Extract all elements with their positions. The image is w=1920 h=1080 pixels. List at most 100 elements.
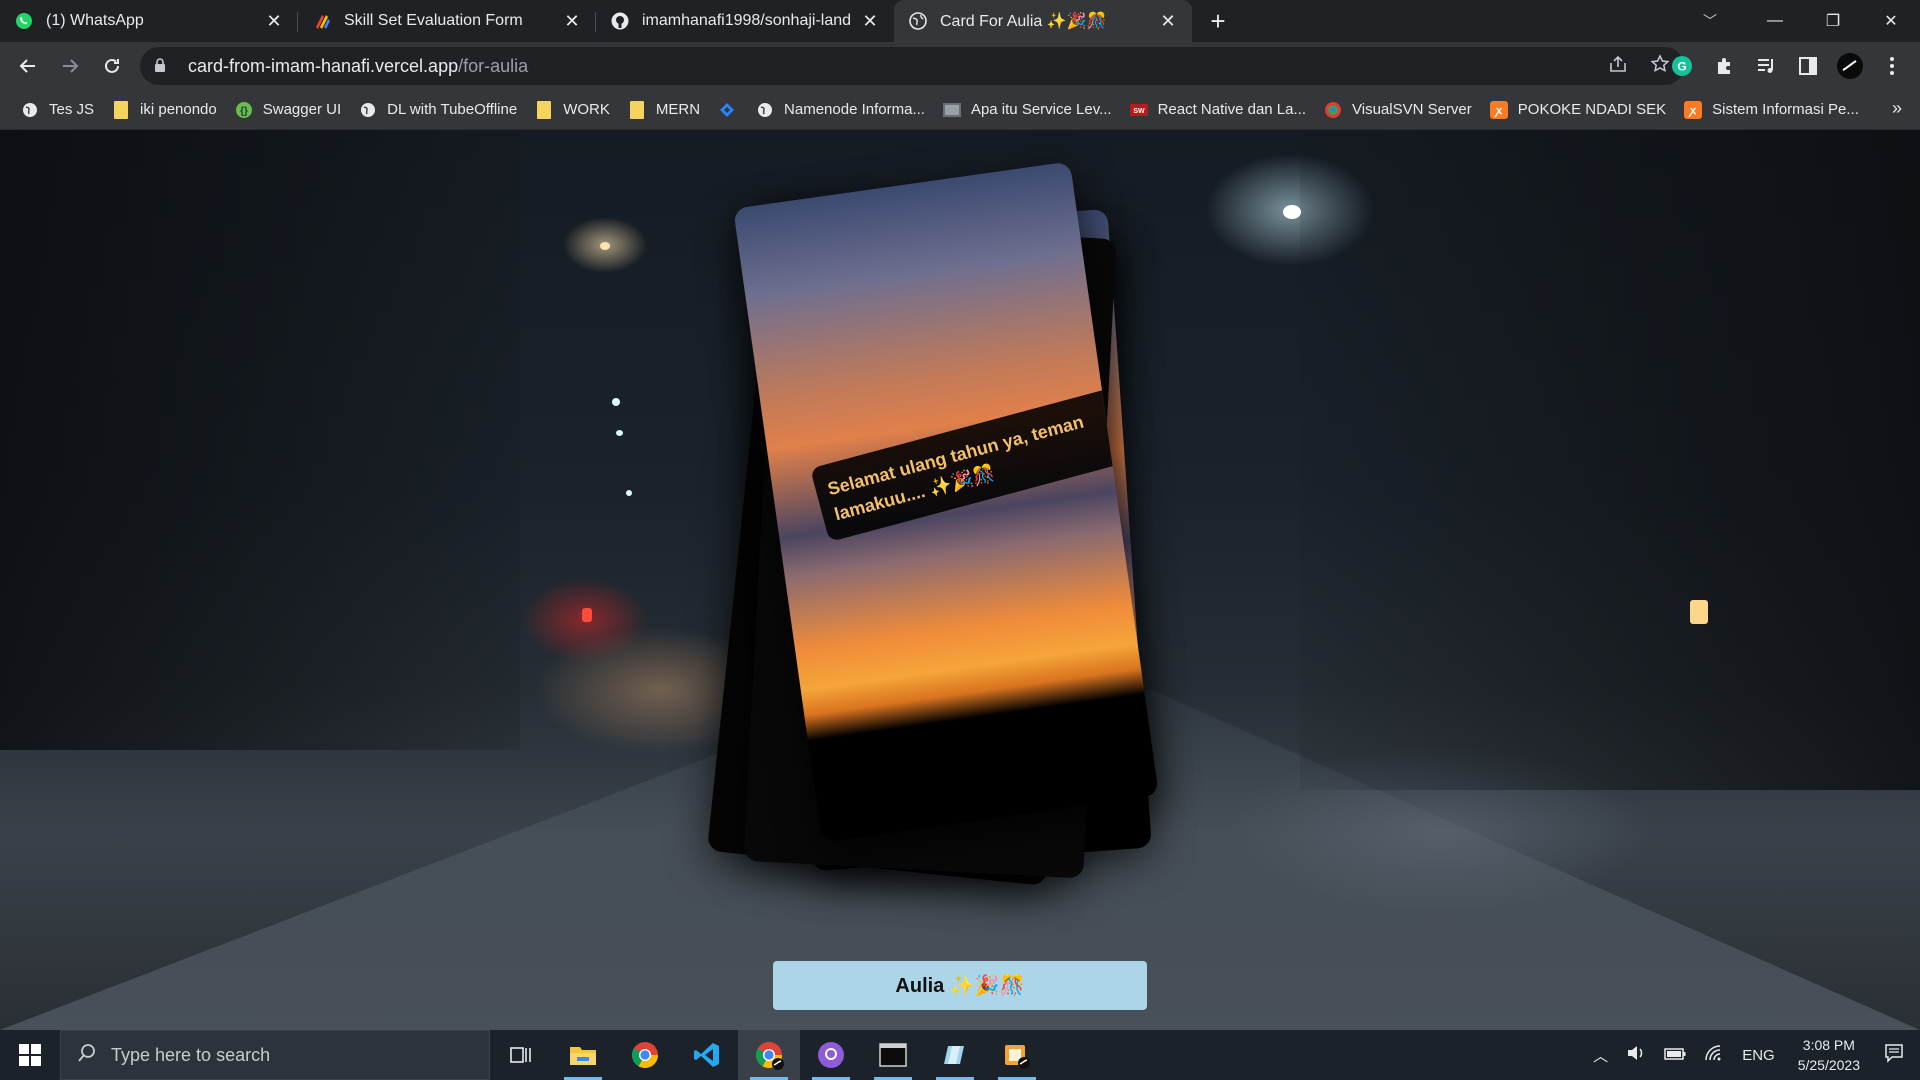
svg-text:SW: SW	[1133, 108, 1145, 115]
bookmark-item[interactable]: VisualSVN Server	[1315, 95, 1481, 125]
bookmark-label: iki penondo	[140, 101, 217, 118]
globe-icon	[359, 101, 377, 119]
wifi-icon[interactable]	[1695, 1044, 1733, 1066]
profile-avatar[interactable]	[1834, 50, 1866, 82]
folder-icon	[535, 100, 553, 119]
app-icon[interactable]	[924, 1030, 986, 1080]
bookmark-item[interactable]: MERN	[619, 95, 709, 125]
xampp-icon: ꭗ	[1684, 100, 1703, 119]
folder-app-icon[interactable]	[986, 1030, 1048, 1080]
bookmark-label: Apa itu Service Lev...	[970, 101, 1112, 118]
tab-close-icon[interactable]: ✕	[264, 11, 284, 31]
forward-button[interactable]	[50, 46, 90, 86]
folder-icon	[112, 100, 130, 119]
bookmark-item[interactable]: iki penondo	[103, 95, 226, 125]
globe-icon	[21, 101, 39, 119]
file-explorer-icon[interactable]	[552, 1030, 614, 1080]
bookmarks-bar: Tes JS iki penondo {} Swagger UI DL with …	[0, 90, 1920, 130]
task-view-icon[interactable]	[490, 1030, 552, 1080]
globe-icon	[908, 11, 928, 31]
tab-whatsapp[interactable]: (1) WhatsApp ✕	[0, 0, 298, 42]
battery-icon[interactable]	[1655, 1047, 1695, 1064]
url-domain: card-from-imam-hanafi.vercel.app	[188, 55, 459, 76]
bookmark-label: Namenode Informa...	[784, 101, 925, 118]
github-icon	[610, 11, 630, 31]
show-hidden-icons-chevron-icon[interactable]: ︿	[1584, 1045, 1617, 1066]
trees-left-background	[0, 130, 520, 750]
language-indicator[interactable]: ENG	[1733, 1047, 1784, 1064]
extension-icons: G	[1666, 46, 1908, 86]
back-button[interactable]	[8, 46, 48, 86]
birthday-message: Selamat ulang tahun ya, teman lamakuu...…	[810, 386, 1135, 543]
streetlight-glow	[616, 430, 623, 436]
tab-search-chevron-icon[interactable]: ﹀	[1696, 8, 1724, 34]
system-tray: ︿ ENG 3:08 PM 5/25/2023	[1584, 1030, 1920, 1080]
grammarly-icon[interactable]: G	[1666, 50, 1698, 82]
taskbar-search[interactable]: Type here to search	[60, 1030, 490, 1080]
reading-list-icon[interactable]	[1750, 50, 1782, 82]
back-arrow-icon	[19, 59, 35, 73]
tab-title: imamhanafi1998/sonhaji-landing	[642, 12, 852, 29]
notifications-icon[interactable]	[1874, 1043, 1920, 1067]
bookmark-item[interactable]: ꭗ POKOKE NDADI SEK	[1481, 95, 1675, 125]
reload-button[interactable]	[92, 46, 132, 86]
tab-close-icon[interactable]: ✕	[1158, 11, 1178, 31]
forms-icon	[312, 11, 332, 31]
folder-icon	[628, 100, 646, 119]
name-button[interactable]: Aulia ✨🎉🎊	[773, 961, 1147, 1010]
tab-close-icon[interactable]: ✕	[562, 11, 582, 31]
share-icon[interactable]	[1608, 55, 1628, 78]
terminal-icon[interactable]	[862, 1030, 924, 1080]
bookmark-item[interactable]: Tes JS	[12, 95, 103, 125]
traffic-light-glow	[582, 608, 592, 622]
bookmark-label: VisualSVN Server	[1352, 101, 1472, 118]
svg-text:ꭗ: ꭗ	[1688, 105, 1697, 117]
bookmark-item[interactable]: SW React Native dan La...	[1121, 95, 1315, 125]
address-bar[interactable]: card-from-imam-hanafi.vercel.app/for-aul…	[140, 47, 1684, 85]
swagger-icon: {}	[235, 101, 253, 119]
streetlight-glow	[612, 398, 620, 406]
bookmark-item[interactable]: {} Swagger UI	[226, 95, 350, 125]
url-text[interactable]: card-from-imam-hanafi.vercel.app/for-aul…	[188, 56, 528, 77]
clock[interactable]: 3:08 PM 5/25/2023	[1784, 1035, 1874, 1075]
windows-taskbar: Type here to search ︿ ENG 3:08 PM 5/25/2…	[0, 1030, 1920, 1080]
github-desktop-icon[interactable]	[800, 1030, 862, 1080]
svn-icon	[1324, 101, 1342, 119]
minimize-button[interactable]: —	[1746, 0, 1804, 42]
new-tab-button[interactable]: +	[1196, 0, 1240, 42]
globe-icon	[756, 101, 774, 119]
extensions-puzzle-icon[interactable]	[1708, 50, 1740, 82]
vscode-icon[interactable]	[676, 1030, 738, 1080]
bookmarks-overflow-chevron-icon[interactable]: »	[1892, 98, 1902, 119]
bookmark-item[interactable]	[709, 95, 747, 125]
chrome-active-window-icon[interactable]	[738, 1030, 800, 1080]
tab-close-icon[interactable]: ✕	[860, 11, 880, 31]
start-button[interactable]	[0, 1030, 60, 1080]
restore-button[interactable]: ❐	[1804, 0, 1862, 42]
chrome-icon[interactable]	[614, 1030, 676, 1080]
lock-icon[interactable]	[154, 57, 170, 75]
side-panel-icon[interactable]	[1792, 50, 1824, 82]
tab-title: Skill Set Evaluation Form	[344, 12, 523, 29]
search-icon	[77, 1043, 97, 1068]
bookmark-item[interactable]: Apa itu Service Lev...	[934, 95, 1121, 125]
browser-toolbar: card-from-imam-hanafi.vercel.app/for-aul…	[0, 42, 1920, 90]
bookmark-label: Swagger UI	[262, 101, 342, 118]
page-background: Selamat ulang tahun ya, teman lamakuu...…	[0, 130, 1920, 1030]
search-placeholder: Type here to search	[111, 1044, 271, 1065]
bookmark-item[interactable]: Namenode Informa...	[747, 95, 934, 125]
bookmark-item[interactable]: WORK	[526, 95, 619, 125]
tab-card-for-aulia[interactable]: Card For Aulia ✨🎉🎊 ✕	[894, 0, 1192, 42]
jira-icon	[718, 101, 736, 119]
tab-github[interactable]: imamhanafi1998/sonhaji-landing ✕	[596, 0, 894, 42]
close-window-button[interactable]: ✕	[1862, 0, 1920, 42]
window-light-glow	[1690, 600, 1708, 624]
kebab-menu-icon[interactable]	[1876, 50, 1908, 82]
tab-skill-set-form[interactable]: Skill Set Evaluation Form ✕	[298, 0, 596, 42]
svg-text:{}: {}	[240, 106, 248, 117]
bookmark-item[interactable]: ꭗ Sistem Informasi Pe...	[1675, 95, 1868, 125]
volume-icon[interactable]	[1617, 1044, 1655, 1066]
bookmark-item[interactable]: DL with TubeOffline	[350, 95, 526, 125]
clock-date: 5/25/2023	[1797, 1057, 1860, 1073]
page-icon	[942, 101, 961, 119]
